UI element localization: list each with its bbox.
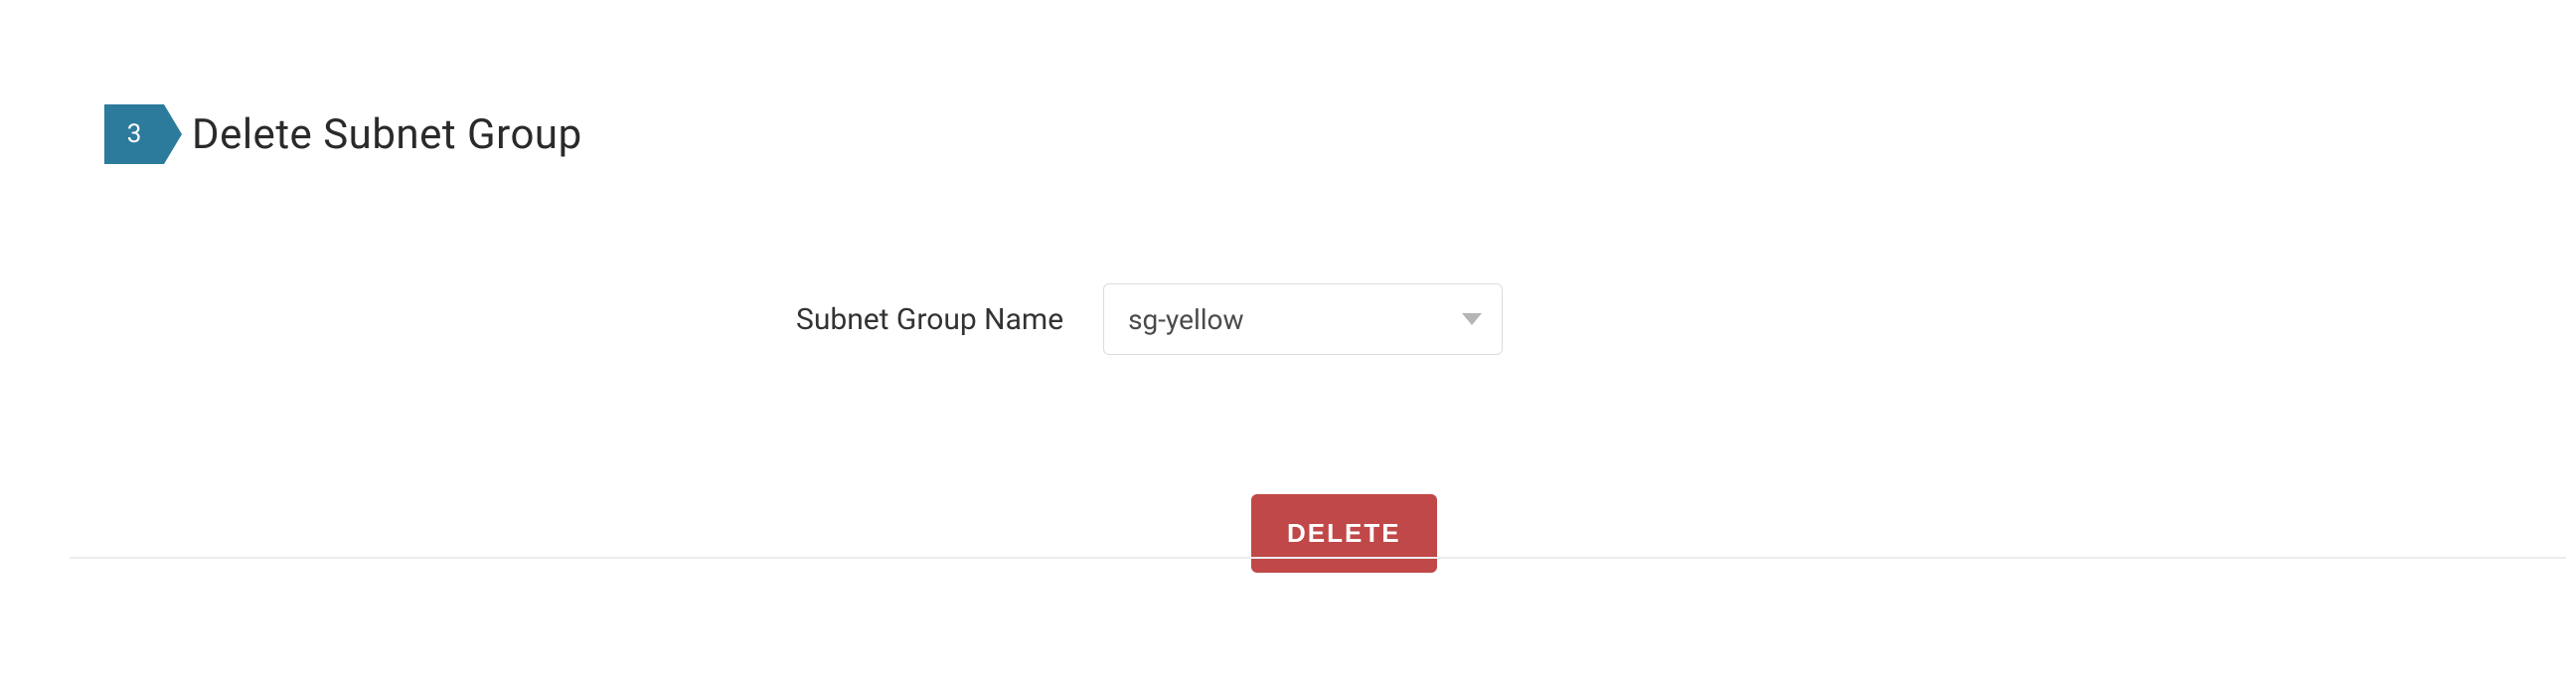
form-section: Subnet Group Name sg-yellow DELETE	[105, 164, 2471, 573]
section-divider	[70, 557, 2566, 559]
delete-button[interactable]: DELETE	[1251, 494, 1437, 573]
step-header: 3 Delete Subnet Group	[0, 0, 2576, 164]
page-container: 3 Delete Subnet Group Subnet Group Name …	[0, 0, 2576, 573]
subnet-group-name-label: Subnet Group Name	[796, 302, 1063, 337]
chevron-down-icon	[1462, 313, 1482, 325]
subnet-group-name-value: sg-yellow	[1128, 303, 1243, 336]
step-number: 3	[127, 119, 142, 149]
form-row-subnet-group-name: Subnet Group Name sg-yellow	[105, 283, 2471, 355]
step-title: Delete Subnet Group	[192, 110, 582, 159]
step-number-badge: 3	[104, 104, 164, 164]
button-row: DELETE	[105, 355, 2471, 573]
subnet-group-name-select[interactable]: sg-yellow	[1103, 283, 1503, 355]
